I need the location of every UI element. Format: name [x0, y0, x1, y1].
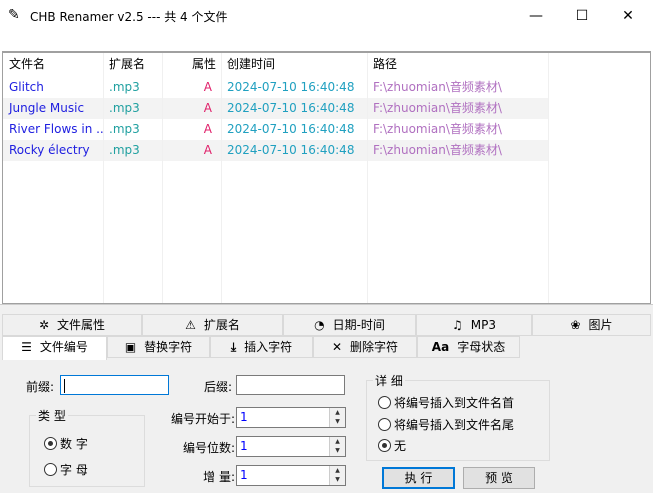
spinner-arrows[interactable]: ▲ ▼ [329, 408, 345, 427]
cell-ext: .mp3 [109, 122, 140, 136]
cell-ext: .mp3 [109, 80, 140, 94]
start-spinner[interactable]: 1 ▲ ▼ [236, 407, 346, 428]
cell-date: 2024-07-10 16:40:48 [227, 122, 355, 136]
step-label: 增 量: [203, 470, 235, 484]
prefix-input[interactable] [60, 375, 169, 395]
tab-label: 字母状态 [457, 340, 506, 354]
none-radio[interactable]: 无 [378, 437, 406, 454]
window-title: CHB Renamer v2.5 --- 共 4 个文件 [30, 10, 228, 24]
cell-name: Glitch [9, 80, 44, 94]
tab-2-tabs2[interactable]: ⤓ 插入字符 [210, 336, 313, 358]
tab-label: MP3 [470, 318, 496, 332]
spinner-arrows[interactable]: ▲ ▼ [329, 466, 345, 485]
cell-date: 2024-07-10 16:40:48 [227, 80, 355, 94]
insert-at-end-radio[interactable]: 将编号插入到文件名尾 [378, 416, 514, 433]
type-letter-radio[interactable]: 字 母 [44, 461, 88, 478]
digits-label: 编号位数: [182, 441, 235, 455]
preview-button[interactable]: 预 览 [463, 467, 535, 489]
tab-label: 日期-时间 [332, 318, 385, 332]
tab-label: 扩展名 [203, 318, 240, 332]
type-group-title: 类 型 [36, 407, 68, 424]
tab-3-tabs1[interactable]: ♫ MP3 [416, 314, 532, 336]
column-header-created[interactable]: 创建时间 [221, 54, 367, 75]
prefix-label: 前缀: [26, 380, 55, 394]
cell-name: Rocky électry [9, 143, 90, 157]
cell-ext: .mp3 [109, 101, 140, 115]
cell-path: F:\zhuomian\音频素材\ [373, 122, 502, 136]
cell-attr: A [203, 143, 212, 157]
app-icon: ✎ [8, 7, 20, 23]
tab-icon: ☰ [21, 340, 32, 354]
tab-icon: ✲ [38, 318, 50, 332]
tab-icon: ◔ [314, 318, 325, 332]
tab-1-tabs1[interactable]: ⚠ 扩展名 [142, 314, 283, 336]
table-row[interactable]: Rocky électry .mp3 A 2024-07-10 16:40:48 F:\… [3, 140, 549, 161]
tab-icon: ❀ [570, 318, 581, 332]
minimize-button[interactable]: — [513, 0, 559, 32]
cell-attr: A [203, 80, 212, 94]
tab-label: 插入字符 [244, 340, 293, 354]
type-group: 类 型 数 字 字 母 [29, 407, 145, 487]
column-header-ext[interactable]: 扩展名 [103, 54, 162, 75]
cell-name: River Flows in ... [9, 122, 103, 136]
tab-label: 替换字符 [144, 340, 193, 354]
maximize-button[interactable]: ☐ [559, 0, 605, 32]
tab-label: 文件编号 [39, 340, 88, 354]
suffix-label: 后缀: [204, 380, 233, 394]
step-spinner[interactable]: 1 ▲ ▼ [236, 465, 346, 486]
cell-date: 2024-07-10 16:40:48 [227, 101, 355, 115]
tab-icon: ♫ [452, 318, 463, 332]
close-button[interactable]: ✕ [605, 0, 651, 32]
execute-button[interactable]: 执 行 [382, 467, 455, 489]
tab-label: 删除字符 [350, 340, 399, 354]
options-panel: ✲ 文件属性 ⚠ 扩展名 ◔ 日期-时间 ♫ MP3 ❀ 图片 ☰ 文件编号 ▣ 替换字符 ⤓ 插入字符 ✕ 删除… [0, 304, 653, 493]
table-row[interactable]: Jungle Music .mp3 A 2024-07-10 16:40:48 F:\z… [3, 98, 549, 119]
column-header-name[interactable]: 文件名 [3, 54, 103, 75]
cell-path: F:\zhuomian\音频素材\ [373, 143, 502, 157]
tab-1-tabs2[interactable]: ▣ 替换字符 [107, 336, 210, 358]
insert-at-start-radio[interactable]: 将编号插入到文件名首 [378, 394, 514, 411]
tab-icon: ⤓ [230, 340, 237, 354]
table-row[interactable]: Glitch .mp3 A 2024-07-10 16:40:48 F:\zhuomia… [3, 77, 549, 98]
column-header-attr[interactable]: 属性 [162, 54, 221, 75]
column-header-path[interactable]: 路径 [367, 54, 549, 75]
type-number-radio[interactable]: 数 字 [44, 435, 88, 452]
cell-ext: .mp3 [109, 143, 140, 157]
tab-4-tabs2[interactable]: Aa 字母状态 [417, 336, 520, 358]
tab-4-tabs1[interactable]: ❀ 图片 [532, 314, 651, 336]
tab-icon: ▣ [124, 340, 137, 354]
cell-attr: A [203, 101, 212, 115]
detail-group: 详 细 将编号插入到文件名首 将编号插入到文件名尾 无 [366, 372, 550, 461]
cell-path: F:\zhuomian\音频素材\ [373, 80, 502, 94]
digits-spinner[interactable]: 1 ▲ ▼ [236, 436, 346, 457]
start-label: 编号开始于: [170, 412, 235, 426]
list-header: 文件名 扩展名 属性 创建时间 路径 [3, 53, 549, 77]
tab-icon: Aa [431, 340, 450, 354]
tab-icon: ✕ [331, 340, 343, 354]
tab-0-tabs1[interactable]: ✲ 文件属性 [2, 314, 142, 336]
tab-0-tabs2[interactable]: ☰ 文件编号 [2, 336, 107, 360]
suffix-input[interactable] [236, 375, 345, 395]
table-row[interactable]: River Flows in ... .mp3 A 2024-07-10 16:40:… [3, 119, 549, 140]
cell-path: F:\zhuomian\音频素材\ [373, 101, 502, 115]
cell-name: Jungle Music [9, 101, 85, 115]
title-bar: ✎ CHB Renamer v2.5 --- 共 4 个文件 — ☐ ✕ [0, 0, 653, 32]
cell-attr: A [203, 122, 212, 136]
tab-icon: ⚠ [185, 318, 196, 332]
detail-group-title: 详 细 [373, 372, 405, 389]
tab-3-tabs2[interactable]: ✕ 删除字符 [313, 336, 417, 358]
tab-2-tabs1[interactable]: ◔ 日期-时间 [283, 314, 416, 336]
tab-label: 图片 [588, 318, 613, 332]
file-list[interactable]: 文件名 扩展名 属性 创建时间 路径 Glitch .mp3 A 2024-07-10… [2, 51, 651, 304]
cell-date: 2024-07-10 16:40:48 [227, 143, 355, 157]
tab-label: 文件属性 [57, 318, 106, 332]
spinner-arrows[interactable]: ▲ ▼ [329, 437, 345, 456]
